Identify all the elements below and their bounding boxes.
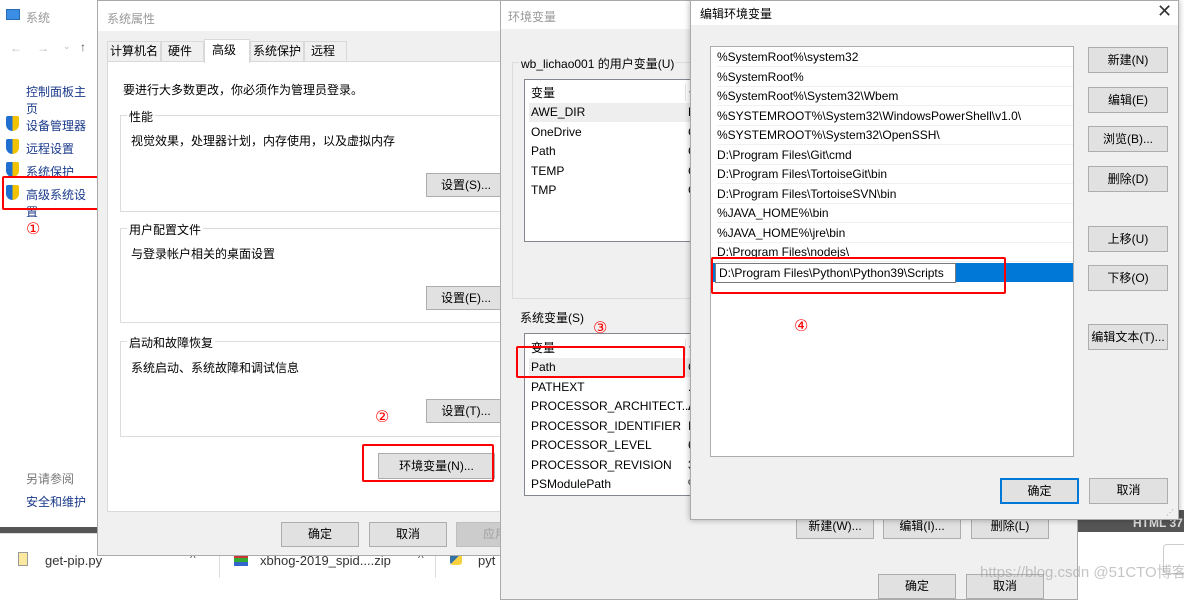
dialog-title: 环境变量 xyxy=(508,10,557,24)
tab-label: 硬件 xyxy=(168,44,193,58)
tab-label: 远程 xyxy=(311,44,336,58)
path-entry[interactable]: %JAVA_HOME%\jre\bin xyxy=(717,224,1073,243)
group-label: 用户配置文件 xyxy=(127,221,204,238)
path-entry[interactable]: D:\Program Files\Git\cmd xyxy=(717,146,1073,165)
annotation-2: ② xyxy=(375,409,390,426)
path-entry[interactable]: %SYSTEMROOT%\System32\WindowsPowerShell\… xyxy=(717,107,1073,126)
tab-label: 计算机名 xyxy=(109,44,158,58)
path-entry[interactable]: D:\Program Files\TortoiseSVN\bin xyxy=(717,185,1073,204)
control-panel-home-link[interactable]: 控制面板主页 xyxy=(26,83,97,117)
dialog-title: 编辑环境变量 xyxy=(700,7,773,21)
annotation-box-4 xyxy=(711,257,1006,294)
group-desc: 与登录帐户相关的桌面设置 xyxy=(131,247,276,261)
ok-button[interactable]: 确定 xyxy=(281,522,359,547)
user-variable-name[interactable]: TEMP xyxy=(531,162,564,181)
user-variable-name[interactable]: OneDrive xyxy=(531,123,582,142)
file-icon xyxy=(18,552,28,566)
annotation-4: ④ xyxy=(794,318,809,335)
path-entry[interactable]: %SystemRoot%\System32\Wbem xyxy=(717,87,1073,106)
startup-recovery-group: 启动和故障恢复 系统启动、系统故障和调试信息 设置(T)... xyxy=(120,334,510,437)
path-entry[interactable]: %JAVA_HOME%\bin xyxy=(717,204,1073,223)
tab-remote[interactable]: 远程 xyxy=(304,41,347,62)
annotation-3: ③ xyxy=(593,320,608,337)
computer-icon xyxy=(6,9,20,20)
watermark: https://blog.csdn @51CTO博客 xyxy=(980,564,1184,581)
system-variable-name[interactable]: PSModulePath xyxy=(531,475,611,494)
ok-button[interactable]: 确定 xyxy=(1000,478,1079,504)
system-window-title: 系统 xyxy=(26,11,51,25)
path-entry[interactable]: D:\Program Files\TortoiseGit\bin xyxy=(717,165,1073,184)
shield-icon xyxy=(6,162,19,177)
user-variable-name[interactable]: AWE_DIR xyxy=(531,103,585,122)
tab-advanced[interactable]: 高级 xyxy=(204,39,250,63)
user-variable-name[interactable]: Path xyxy=(531,142,556,161)
tab-system-protection[interactable]: 系统保护 xyxy=(250,41,304,62)
system-variable-name[interactable]: PROCESSOR_REVISION xyxy=(531,456,672,475)
group-label: 系统变量(S) xyxy=(520,311,584,325)
group-desc: 视觉效果，处理器计划，内存使用，以及虚拟内存 xyxy=(131,134,396,148)
annotation-1: ① xyxy=(26,221,41,238)
delete-button[interactable]: 删除(D) xyxy=(1088,166,1168,192)
annotation-box-3 xyxy=(516,346,685,378)
chevron-down-icon[interactable]: ⌄ xyxy=(63,41,71,52)
path-entry[interactable]: %SystemRoot%\system32 xyxy=(717,48,1073,67)
back-arrow-icon[interactable]: ← xyxy=(10,41,22,55)
resize-grip-icon[interactable]: ⋰ xyxy=(1166,508,1174,517)
see-also-label: 另请参阅 xyxy=(26,472,75,486)
forward-arrow-icon[interactable]: → xyxy=(37,41,49,55)
cancel-button[interactable]: 取消 xyxy=(1089,478,1168,504)
security-maintenance-link[interactable]: 安全和维护 xyxy=(26,493,86,510)
group-label: 启动和故障恢复 xyxy=(127,334,216,351)
user-variable-name[interactable]: TMP xyxy=(531,181,556,200)
system-variable-name[interactable]: PATHEXT xyxy=(531,378,585,397)
move-up-button[interactable]: 上移(U) xyxy=(1088,226,1168,252)
browse-button[interactable]: 浏览(B)... xyxy=(1088,126,1168,152)
user-profiles-settings-button[interactable]: 设置(E)... xyxy=(426,286,506,310)
group-label: 性能 xyxy=(127,108,156,125)
tab-label: 系统保护 xyxy=(252,44,301,58)
path-entry[interactable]: %SystemRoot% xyxy=(717,68,1073,87)
move-down-button[interactable]: 下移(O) xyxy=(1088,265,1168,291)
remote-settings-link[interactable]: 远程设置 xyxy=(26,140,74,157)
startup-settings-button[interactable]: 设置(T)... xyxy=(426,399,506,423)
close-icon[interactable]: ✕ xyxy=(1157,1,1172,22)
performance-group: 性能 视觉效果，处理器计划，内存使用，以及虚拟内存 设置(S)... xyxy=(120,108,510,212)
performance-settings-button[interactable]: 设置(S)... xyxy=(426,173,506,197)
path-entry[interactable]: %SYSTEMROOT%\System32\OpenSSH\ xyxy=(717,126,1073,145)
annotation-box-2 xyxy=(362,444,494,482)
path-entries-list[interactable]: %SystemRoot%\system32 %SystemRoot% %System… xyxy=(710,46,1074,457)
shield-icon xyxy=(6,116,19,131)
download-item-get-pip[interactable]: get-pip.py xyxy=(45,553,102,568)
edit-button[interactable]: 编辑(E) xyxy=(1088,87,1168,113)
up-arrow-icon[interactable]: ↑ xyxy=(80,40,86,54)
user-profiles-group: 用户配置文件 与登录帐户相关的桌面设置 设置(E)... xyxy=(120,221,510,323)
column-header-variable[interactable]: 变量 xyxy=(531,84,555,101)
group-label: wb_lichao001 的用户变量(U) xyxy=(519,55,677,72)
tab-computer-name[interactable]: 计算机名 xyxy=(107,41,161,62)
admin-note: 要进行大多数更改，你必须作为管理员登录。 xyxy=(123,83,364,97)
dialog-titlebar xyxy=(98,1,501,31)
tab-hardware[interactable]: 硬件 xyxy=(161,41,204,62)
system-variable-name[interactable]: PROCESSOR_LEVEL xyxy=(531,436,652,455)
cancel-button[interactable]: 取消 xyxy=(369,522,447,547)
dialog-title: 系统属性 xyxy=(107,12,156,26)
new-button[interactable]: 新建(N) xyxy=(1088,47,1168,73)
system-window: 系统 ← → ⌄ ↑ 控制面板主页 设备管理器 远程设置 系统保护 高级系统设置… xyxy=(0,0,97,530)
device-manager-link[interactable]: 设备管理器 xyxy=(26,117,86,134)
annotation-box-1 xyxy=(2,176,100,210)
system-variable-name[interactable]: PROCESSOR_ARCHITECT... xyxy=(531,397,692,416)
shield-icon xyxy=(6,139,19,154)
edit-text-button[interactable]: 编辑文本(T)... xyxy=(1088,324,1168,350)
system-variable-name[interactable]: PROCESSOR_IDENTIFIER xyxy=(531,417,681,436)
group-desc: 系统启动、系统故障和调试信息 xyxy=(131,361,300,375)
tab-label: 高级 xyxy=(212,43,237,57)
